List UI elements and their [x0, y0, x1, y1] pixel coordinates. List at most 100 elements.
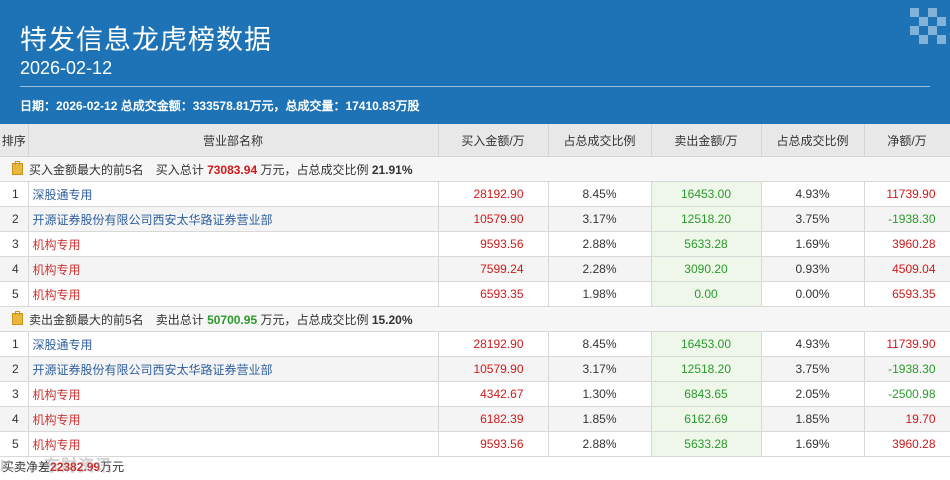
net-amount-cell: 6593.35	[864, 281, 950, 307]
header-divider	[20, 86, 930, 87]
sell-amount-cell: 12518.20	[651, 206, 762, 232]
net-amount-cell: 3960.28	[864, 231, 950, 257]
table-row[interactable]: 4 机构专用 6182.39 1.85% 6162.69 1.85% 19.70	[0, 406, 950, 432]
sell-amount-cell: 5633.28	[651, 231, 762, 257]
buy-amount-cell: 28192.90	[438, 181, 549, 207]
table-row[interactable]: 5 机构专用 6593.35 1.98% 0.00 0.00% 6593.35	[0, 281, 950, 307]
net-difference-footer: 买卖净差22382.99万元	[0, 457, 950, 480]
net-amount-cell: 11739.90	[864, 331, 950, 357]
group-total-prefix: 买入总计	[155, 162, 204, 177]
group-label: 卖出金额最大的前5名	[29, 312, 144, 327]
sell-ratio-cell: 4.93%	[761, 331, 865, 357]
sell-amount-cell: 0.00	[651, 281, 762, 307]
page-title: 特发信息龙虎榜数据	[20, 25, 272, 55]
sell-ratio-cell: 0.93%	[761, 256, 865, 282]
buy-ratio-cell: 3.17%	[548, 206, 652, 232]
group-total-prefix: 卖出总计	[155, 312, 204, 327]
table-row[interactable]: 5 机构专用 9593.56 2.88% 5633.28 1.69% 3960.28	[0, 431, 950, 457]
branch-name-link[interactable]: 开源证券股份有限公司西安太华路证券营业部	[28, 356, 439, 382]
group-header: 卖出金额最大的前5名 卖出总计 50700.95 万元，占总成交比例 15.20…	[0, 306, 950, 332]
page-header: 特发信息龙虎榜数据 2026-02-12 日期：2026-02-12 总成交金额…	[0, 0, 950, 124]
sell-ratio-cell: 1.69%	[761, 431, 865, 457]
buy-amount-cell: 10579.90	[438, 206, 549, 232]
pixel-logo-icon	[910, 8, 946, 48]
col-header-net: 净额/万	[864, 124, 950, 157]
branch-name-link[interactable]: 开源证券股份有限公司西安太华路证券营业部	[28, 206, 439, 232]
buy-amount-cell: 10579.90	[438, 356, 549, 382]
table-row[interactable]: 1 深股通专用 28192.90 8.45% 16453.00 4.93% 11739.90	[0, 331, 950, 357]
table-row[interactable]: 2 开源证券股份有限公司西安太华路证券营业部 10579.90 3.17% 12518.…	[0, 206, 950, 232]
sell-ratio-cell: 2.05%	[761, 381, 865, 407]
buy-ratio-cell: 1.98%	[548, 281, 652, 307]
group-ratio: 15.20%	[371, 312, 413, 327]
sell-amount-cell: 6162.69	[651, 406, 762, 432]
net-amount-cell: -1938.30	[864, 356, 950, 382]
folder-icon	[12, 310, 23, 325]
buy-amount-cell: 28192.90	[438, 331, 549, 357]
net-amount-cell: -1938.30	[864, 206, 950, 232]
branch-name-link[interactable]: 机构专用	[28, 281, 439, 307]
group-row: 买入金额最大的前5名 买入总计 73083.94 万元，占总成交比例 21.91…	[0, 156, 950, 182]
group-total-value: 50700.95	[207, 312, 258, 327]
buy-ratio-cell: 3.17%	[548, 356, 652, 382]
rank-cell: 3	[0, 231, 29, 257]
rank-cell: 2	[0, 356, 29, 382]
sell-ratio-cell: 1.69%	[761, 231, 865, 257]
rank-cell: 4	[0, 256, 29, 282]
branch-name-link[interactable]: 机构专用	[28, 406, 439, 432]
rank-cell: 1	[0, 181, 29, 207]
buy-ratio-cell: 2.88%	[548, 431, 652, 457]
report-date: 2026-02-12	[20, 58, 113, 78]
sell-amount-cell: 16453.00	[651, 181, 762, 207]
net-amount-cell: -2500.98	[864, 381, 950, 407]
group-row: 卖出金额最大的前5名 卖出总计 50700.95 万元，占总成交比例 15.20…	[0, 306, 950, 332]
col-header-rank: 排序	[0, 124, 29, 157]
buy-amount-cell: 6182.39	[438, 406, 549, 432]
col-header-sell: 卖出金额/万	[651, 124, 762, 157]
trade-summary: 日期：2026-02-12 总成交金额：333578.81万元，总成交量：174…	[20, 99, 420, 113]
buy-ratio-cell: 2.88%	[548, 231, 652, 257]
buy-ratio-cell: 2.28%	[548, 256, 652, 282]
table-header-row: 排序 营业部名称 买入金额/万 占总成交比例 卖出金额/万 占总成交比例 净额/…	[0, 124, 950, 157]
col-header-name: 营业部名称	[28, 124, 439, 157]
sell-ratio-cell: 1.85%	[761, 406, 865, 432]
table-row[interactable]: 2 开源证券股份有限公司西安太华路证券营业部 10579.90 3.17% 12518.…	[0, 356, 950, 382]
watermark: K.co 东财资讯	[0, 458, 113, 475]
rank-cell: 3	[0, 381, 29, 407]
sell-amount-cell: 12518.20	[651, 356, 762, 382]
table-row[interactable]: 1 深股通专用 28192.90 8.45% 16453.00 4.93% 11739.90	[0, 181, 950, 207]
group-total-suffix: 万元，占总成交比例	[260, 312, 369, 327]
group-label: 买入金额最大的前5名	[29, 162, 144, 177]
col-header-buy-pct: 占总成交比例	[548, 124, 652, 157]
branch-name-link[interactable]: 深股通专用	[28, 331, 439, 357]
buy-amount-cell: 7599.24	[438, 256, 549, 282]
branch-name-link[interactable]: 机构专用	[28, 381, 439, 407]
buy-amount-cell: 9593.56	[438, 231, 549, 257]
sell-amount-cell: 6843.65	[651, 381, 762, 407]
rank-cell: 1	[0, 331, 29, 357]
dragon-tiger-table: 排序 营业部名称 买入金额/万 占总成交比例 卖出金额/万 占总成交比例 净额/…	[0, 124, 950, 457]
net-amount-cell: 11739.90	[864, 181, 950, 207]
group-ratio: 21.91%	[371, 162, 413, 177]
group-total-value: 73083.94	[207, 162, 258, 177]
group-total-suffix: 万元，占总成交比例	[260, 162, 369, 177]
branch-name-link[interactable]: 机构专用	[28, 231, 439, 257]
col-header-buy: 买入金额/万	[438, 124, 549, 157]
buy-amount-cell: 6593.35	[438, 281, 549, 307]
table-row[interactable]: 3 机构专用 4342.67 1.30% 6843.65 2.05% -2500.98	[0, 381, 950, 407]
folder-icon	[12, 160, 23, 175]
net-amount-cell: 4509.04	[864, 256, 950, 282]
net-amount-cell: 3960.28	[864, 431, 950, 457]
sell-amount-cell: 16453.00	[651, 331, 762, 357]
buy-amount-cell: 9593.56	[438, 431, 549, 457]
rank-cell: 2	[0, 206, 29, 232]
table-row[interactable]: 3 机构专用 9593.56 2.88% 5633.28 1.69% 3960.28	[0, 231, 950, 257]
branch-name-link[interactable]: 深股通专用	[28, 181, 439, 207]
buy-ratio-cell: 1.30%	[548, 381, 652, 407]
sell-amount-cell: 3090.20	[651, 256, 762, 282]
branch-name-link[interactable]: 机构专用	[28, 256, 439, 282]
sell-ratio-cell: 4.93%	[761, 181, 865, 207]
table-row[interactable]: 4 机构专用 7599.24 2.28% 3090.20 0.93% 4509.04	[0, 256, 950, 282]
sell-ratio-cell: 3.75%	[761, 206, 865, 232]
sell-ratio-cell: 3.75%	[761, 356, 865, 382]
